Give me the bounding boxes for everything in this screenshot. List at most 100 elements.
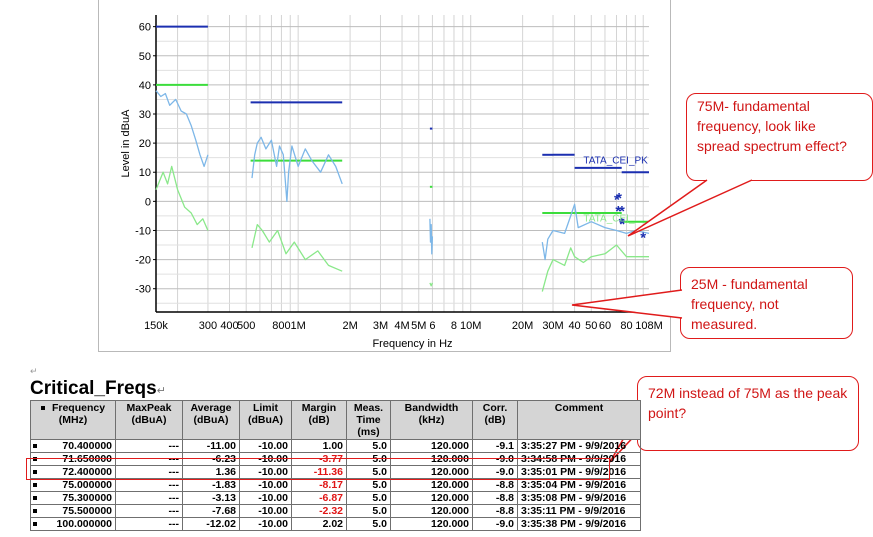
cell-limit: -10.00: [239, 478, 292, 492]
x-tick-label: 8: [451, 320, 457, 332]
column-header-text: (MHz): [58, 414, 88, 426]
cell-limit: -10.00: [239, 517, 292, 531]
cell-comment: 3:35:38 PM - 9/9/2016: [517, 517, 641, 531]
x-tick-label: 150k: [144, 320, 168, 332]
cell-text: 75.500000: [62, 505, 112, 517]
cell-bw: 120.000: [390, 478, 473, 492]
x-tick-label: 800: [272, 320, 290, 332]
column-header-text: Frequency: [51, 402, 106, 414]
cell-limit: -10.00: [239, 491, 292, 505]
pilcrow-mark: ↵: [156, 385, 166, 397]
column-header-text: Time: [356, 414, 381, 426]
column-header-text: Corr.: [482, 402, 508, 414]
x-tick-label: 40: [568, 320, 580, 332]
cell-time: 5.0: [346, 439, 391, 453]
y-tick-label: 40: [139, 80, 151, 92]
cell-freq: 70.400000: [30, 439, 116, 453]
x-tick-label: 2M: [342, 320, 357, 332]
x-tick-label: 3M: [373, 320, 388, 332]
callout-75m-text: 75M- fundamental frequency, look like sp…: [697, 98, 847, 154]
cell-time: 5.0: [346, 465, 391, 479]
y-tick-label: 50: [139, 51, 151, 63]
critical-freq-marker: *: [640, 229, 646, 246]
cell-avg: -3.13: [182, 491, 240, 505]
cell-text: 75.300000: [62, 492, 112, 504]
chart-annotation: TATA_CEI_PK: [583, 156, 648, 167]
cell-freq: 72.400000: [30, 465, 116, 479]
cell-text: 71.650000: [62, 453, 112, 465]
column-header-text: Average: [190, 402, 232, 414]
column-header-text: (dBuA): [193, 414, 229, 426]
row-bullet: [33, 470, 37, 475]
y-tick-label: 20: [139, 138, 151, 150]
cell-limit: -10.00: [239, 504, 292, 518]
column-header: Margin (dB): [291, 400, 347, 440]
column-header-text: (dB): [484, 414, 506, 426]
cell-comment: 3:34:58 PM - 9/9/2016: [517, 452, 641, 466]
cell-corr: -8.8: [472, 491, 518, 505]
cell-maxpeak: ---: [115, 478, 183, 492]
column-header: Meas. Time (ms): [346, 400, 391, 440]
cell-avg: 1.36: [182, 465, 240, 479]
cell-margin: -8.17: [291, 478, 347, 492]
cell-comment: 3:35:27 PM - 9/9/2016: [517, 439, 641, 453]
column-header-text: MaxPeak: [126, 402, 172, 414]
x-tick-label: 500: [237, 320, 255, 332]
average-trace-line: [155, 165, 209, 231]
column-header: Average (dBuA): [182, 400, 240, 440]
cell-margin: 1.00: [291, 439, 347, 453]
cell-time: 5.0: [346, 517, 391, 531]
average-trace-line: [429, 282, 434, 287]
cell-freq: 75.000000: [30, 478, 116, 492]
cell-text: 75.000000: [62, 479, 112, 491]
column-header-text: Bandwidth: [404, 402, 459, 414]
x-tick-label: 5M: [411, 320, 426, 332]
column-header-text: (kHz): [418, 414, 445, 426]
y-tick-label: 60: [139, 22, 151, 34]
x-tick-label: 400: [220, 320, 238, 332]
callout-72m-text: 72M instead of 75M as the peak point?: [648, 385, 848, 421]
row-bullet: [33, 496, 37, 501]
callout-75m: 75M- fundamental frequency, look like sp…: [686, 93, 873, 181]
emission-chart: 60 50 40 30 20 10 0 -10 -20 -30 150k 300 400 500 800 1M…: [98, 0, 671, 352]
cell-corr: -8.8: [472, 504, 518, 518]
cell-time: 5.0: [346, 504, 391, 518]
cell-time: 5.0: [346, 491, 391, 505]
table-body: 70.400000 --- -11.00 -10.00 1.00 5.0 120.000 -9…: [30, 439, 641, 531]
cell-avg: -11.00: [182, 439, 240, 453]
cell-limit: -10.00: [239, 452, 292, 466]
table-header-row: Frequency (MHz) MaxPeak (dBuA) Average (dBuA)…: [30, 400, 641, 440]
callout-25m-text: 25M - fundamental frequency, not measure…: [691, 276, 808, 332]
table-row: 75.300000 --- -3.13 -10.00 -6.87 5.0 120.000 -8…: [30, 491, 641, 505]
column-header-text: Limit: [252, 402, 279, 414]
cell-bw: 120.000: [390, 517, 473, 531]
cell-avg: -1.83: [182, 478, 240, 492]
column-header: Comment: [517, 400, 641, 440]
column-header: Frequency (MHz): [30, 400, 116, 440]
row-bullet: [40, 406, 45, 411]
cell-maxpeak: ---: [115, 439, 183, 453]
callout-25m: 25M - fundamental frequency, not measure…: [680, 267, 853, 339]
average-trace-line: [251, 223, 343, 272]
column-header-text: (dBuA): [131, 414, 167, 426]
callout-72m: 72M instead of 75M as the peak point?: [637, 376, 859, 451]
column-header-text: (ms): [357, 426, 380, 438]
table-row: 75.500000 --- -7.68 -10.00 -2.32 5.0 120.000 -8…: [30, 504, 641, 518]
cell-freq: 75.500000: [30, 504, 116, 518]
peak-trace-line: [251, 136, 343, 203]
column-header-text: (dBuA): [248, 414, 283, 426]
column-header-text: (dB): [308, 414, 330, 426]
chart-annotation: TATA_CEI_: [583, 214, 635, 225]
x-tick-label: 300: [199, 320, 217, 332]
average-trace-line: [541, 244, 649, 292]
x-tick-label: 60: [599, 320, 611, 332]
column-header: Corr. (dB): [472, 400, 518, 440]
cell-margin: 2.02: [291, 517, 347, 531]
y-tick-label: 0: [145, 196, 151, 208]
cell-limit: -10.00: [239, 465, 292, 479]
cell-comment: 3:35:04 PM - 9/9/2016: [517, 478, 641, 492]
column-header-text: Comment: [554, 402, 604, 414]
cell-freq: 75.300000: [30, 491, 116, 505]
cell-avg: -6.23: [182, 452, 240, 466]
x-tick-label: 1M: [291, 320, 306, 332]
